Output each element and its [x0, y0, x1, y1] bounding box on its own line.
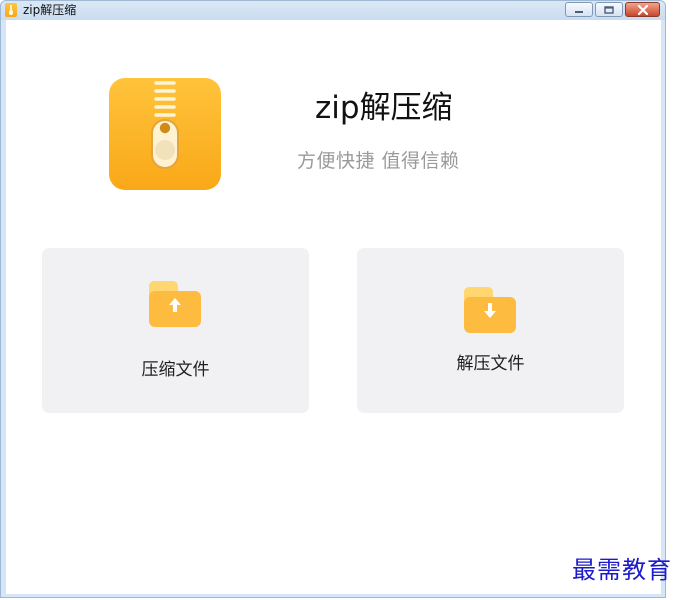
window-title: zip解压缩: [23, 3, 77, 17]
maximize-button[interactable]: [595, 2, 623, 17]
minimize-button[interactable]: [565, 2, 593, 17]
folder-download-icon: [464, 287, 516, 333]
folder-upload-icon: [149, 281, 201, 327]
zip-file-icon: [109, 78, 221, 190]
title-bar[interactable]: zip解压缩: [1, 1, 665, 20]
app-window: zip解压缩 zip解压缩 方便快捷 值得信赖 压缩文件 解压文件: [0, 0, 666, 598]
extract-file-label: 解压文件: [456, 354, 525, 374]
app-title: zip解压缩: [315, 90, 453, 126]
compress-file-label: 压缩文件: [141, 360, 210, 380]
compress-file-button[interactable]: 压缩文件: [42, 248, 309, 413]
maximize-icon: [604, 5, 614, 14]
main-content: zip解压缩 方便快捷 值得信赖 压缩文件 解压文件: [6, 20, 661, 594]
close-button[interactable]: [625, 2, 660, 17]
zip-app-icon: [5, 3, 17, 17]
app-subtitle: 方便快捷 值得信赖: [297, 150, 460, 172]
extract-file-button[interactable]: 解压文件: [357, 248, 624, 413]
minimize-icon: [575, 10, 583, 13]
window-controls: [565, 2, 660, 17]
watermark: 最需教育: [572, 556, 672, 584]
close-icon: [637, 4, 648, 15]
